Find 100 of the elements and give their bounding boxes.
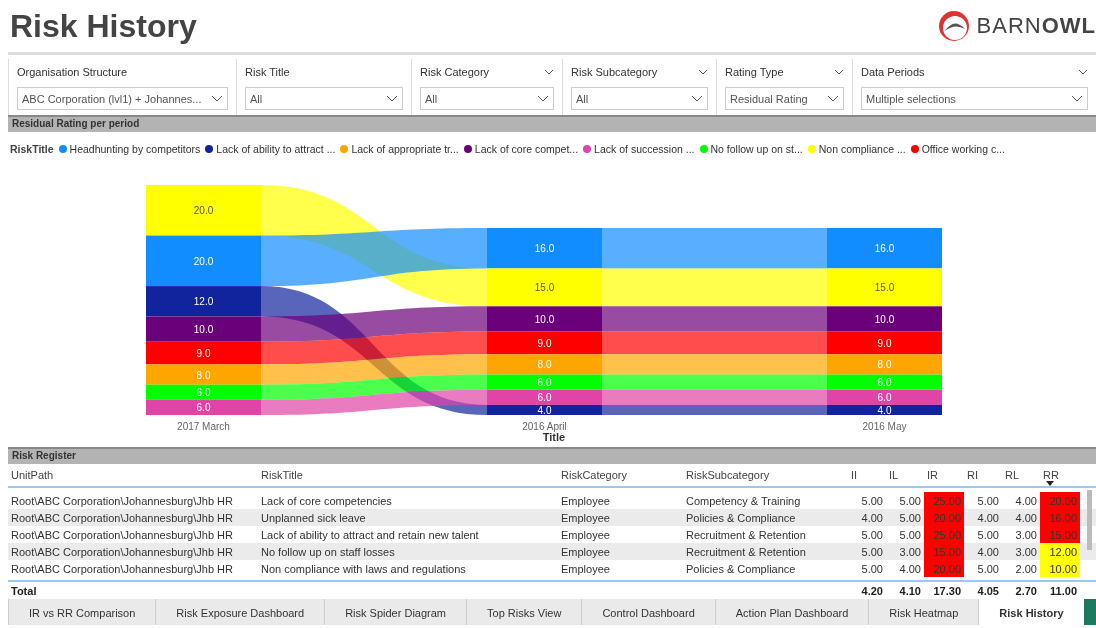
filter-label: Risk Category [420,66,490,78]
table-cell-text: Root\ABC Corporation\Johannesburg\Jhb HR [10,510,234,526]
axis-title: Title [542,431,566,443]
legend-label: Lack of appropriate tr... [351,143,459,155]
table-cell-text: 3.00 [898,544,922,560]
table-cell-text: Policies & Compliance [685,510,797,526]
table-cell-text: 5.00 [976,493,1000,509]
table-cell-text: 5.00 [860,493,884,509]
bar-value: 20.0 [193,205,214,217]
bar-value: 6.0 [537,377,552,389]
caret-icon [211,95,223,102]
section-header: Risk Register [8,447,1096,464]
column-header[interactable]: II [848,464,886,486]
bar-value: 6.0 [196,387,211,399]
table-cell-text: Lack of core competencies [260,493,393,509]
table-cell: 15.00 [1040,526,1080,543]
table-cell-text: 5.00 [898,510,922,526]
table-cell-text: 4.00 [976,510,1000,526]
legend-label: Non compliance ... [818,143,906,155]
chevron-icon[interactable] [698,69,708,75]
scrollbar[interactable] [1087,490,1092,550]
column-header[interactable]: IL [886,464,924,486]
filter-dropdown[interactable]: All [420,87,554,110]
legend-label: Lack of ability to attract ... [216,143,336,155]
table-cell-text: Recruitment & Retention [685,544,807,560]
table-cell-text: 3.00 [1014,527,1038,543]
filter-dropdown[interactable]: All [245,87,403,110]
caret-icon [827,95,839,102]
bar-value: 8.0 [196,369,211,381]
page-tab[interactable]: Risk History [978,599,1084,625]
column-header[interactable]: RiskSubcategory [683,464,848,486]
table-cell-text: 5.00 [860,527,884,543]
table-cell-text: Recruitment & Retention [685,527,807,543]
table-cell: 20.00 [924,509,964,526]
total-cell-text: 4.20 [860,583,884,599]
table-cell-text: No follow up on staff losses [260,544,396,560]
bar-value: 20.0 [193,255,214,267]
table-cell: 16.00 [1040,509,1080,526]
filter-dropdown[interactable]: Residual Rating [725,87,844,110]
table-cell-text: 4.00 [860,510,884,526]
bar-value: 16.0 [534,243,555,255]
table-cell-text: Policies & Compliance [685,561,797,577]
logo-text: BARNOWL [976,13,1096,39]
filter-label: Organisation Structure [17,66,128,78]
table-cell-text: Employee [560,561,611,577]
caret-icon [691,95,703,102]
bar-value: 4.0 [877,404,892,416]
table-cell-text: 4.00 [1014,510,1038,526]
legend-label: Headhunting by competitors [69,143,201,155]
column-header[interactable]: IR [924,464,964,486]
caret-icon [1071,95,1083,102]
table-cell-text: Root\ABC Corporation\Johannesburg\Jhb HR [10,493,234,509]
bar-value: 9.0 [196,348,211,360]
table-cell: 25.00 [924,492,964,509]
axis-label: 2016 May [862,421,907,432]
filter-dropdown[interactable]: Multiple selections [861,87,1088,110]
table-cell: 10.00 [1040,560,1080,577]
table-cell-text: 2.00 [1014,561,1038,577]
table-cell-text: Root\ABC Corporation\Johannesburg\Jhb HR [10,544,234,560]
table-cell-text: Employee [560,544,611,560]
total-label: Total [10,583,38,599]
chevron-icon[interactable] [834,69,844,75]
filter-dropdown[interactable]: ABC Corporation (lvl1) + Johannes... [17,87,228,110]
table-cell-text: Root\ABC Corporation\Johannesburg\Jhb HR [10,527,234,543]
table-cell-text: Non compliance with laws and regulations [260,561,467,577]
table-cell-text: 4.00 [1014,493,1038,509]
table-cell-text: 5.00 [976,561,1000,577]
column-header[interactable]: UnitPath [8,464,258,486]
table-cell: 20.00 [1040,492,1080,509]
bar-value: 6.0 [196,402,211,414]
column-header[interactable]: RR [1040,464,1080,486]
chevron-icon[interactable] [1078,69,1088,75]
bar-value: 10.0 [874,313,895,325]
sort-arrow-icon [1046,481,1054,486]
total-cell-text: 4.05 [976,583,1000,599]
chevron-icon[interactable] [544,69,554,75]
table-cell: 12.00 [1040,543,1080,560]
table-cell: 20.00 [924,560,964,577]
legend-label: No follow up on st... [710,143,803,155]
filter-dropdown[interactable]: All [571,87,708,110]
bar-value: 9.0 [537,337,552,349]
column-header[interactable]: RL [1002,464,1040,486]
bar-value: 4.0 [537,404,552,416]
bar-value: 6.0 [877,377,892,389]
axis-label: 2016 April [522,421,567,432]
table-cell-text: Lack of ability to attract and retain new talent [260,527,480,543]
column-header[interactable]: RiskTitle [258,464,558,486]
table-cell-text: 5.00 [898,527,922,543]
total-cell-text: 4.10 [898,583,922,599]
table-cell: 25.00 [924,526,964,543]
bar-value: 8.0 [537,359,552,371]
column-header[interactable]: RI [964,464,1002,486]
legend-title: RiskTitle [10,143,54,155]
table-cell-text: 4.00 [898,561,922,577]
legend-label: Lack of core compet... [474,143,579,155]
table-cell-text: 5.00 [860,544,884,560]
bar-value: 12.0 [193,296,214,308]
column-header[interactable]: RiskCategory [558,464,683,486]
bar-value: 6.0 [537,392,552,404]
bar-value: 10.0 [193,324,214,336]
